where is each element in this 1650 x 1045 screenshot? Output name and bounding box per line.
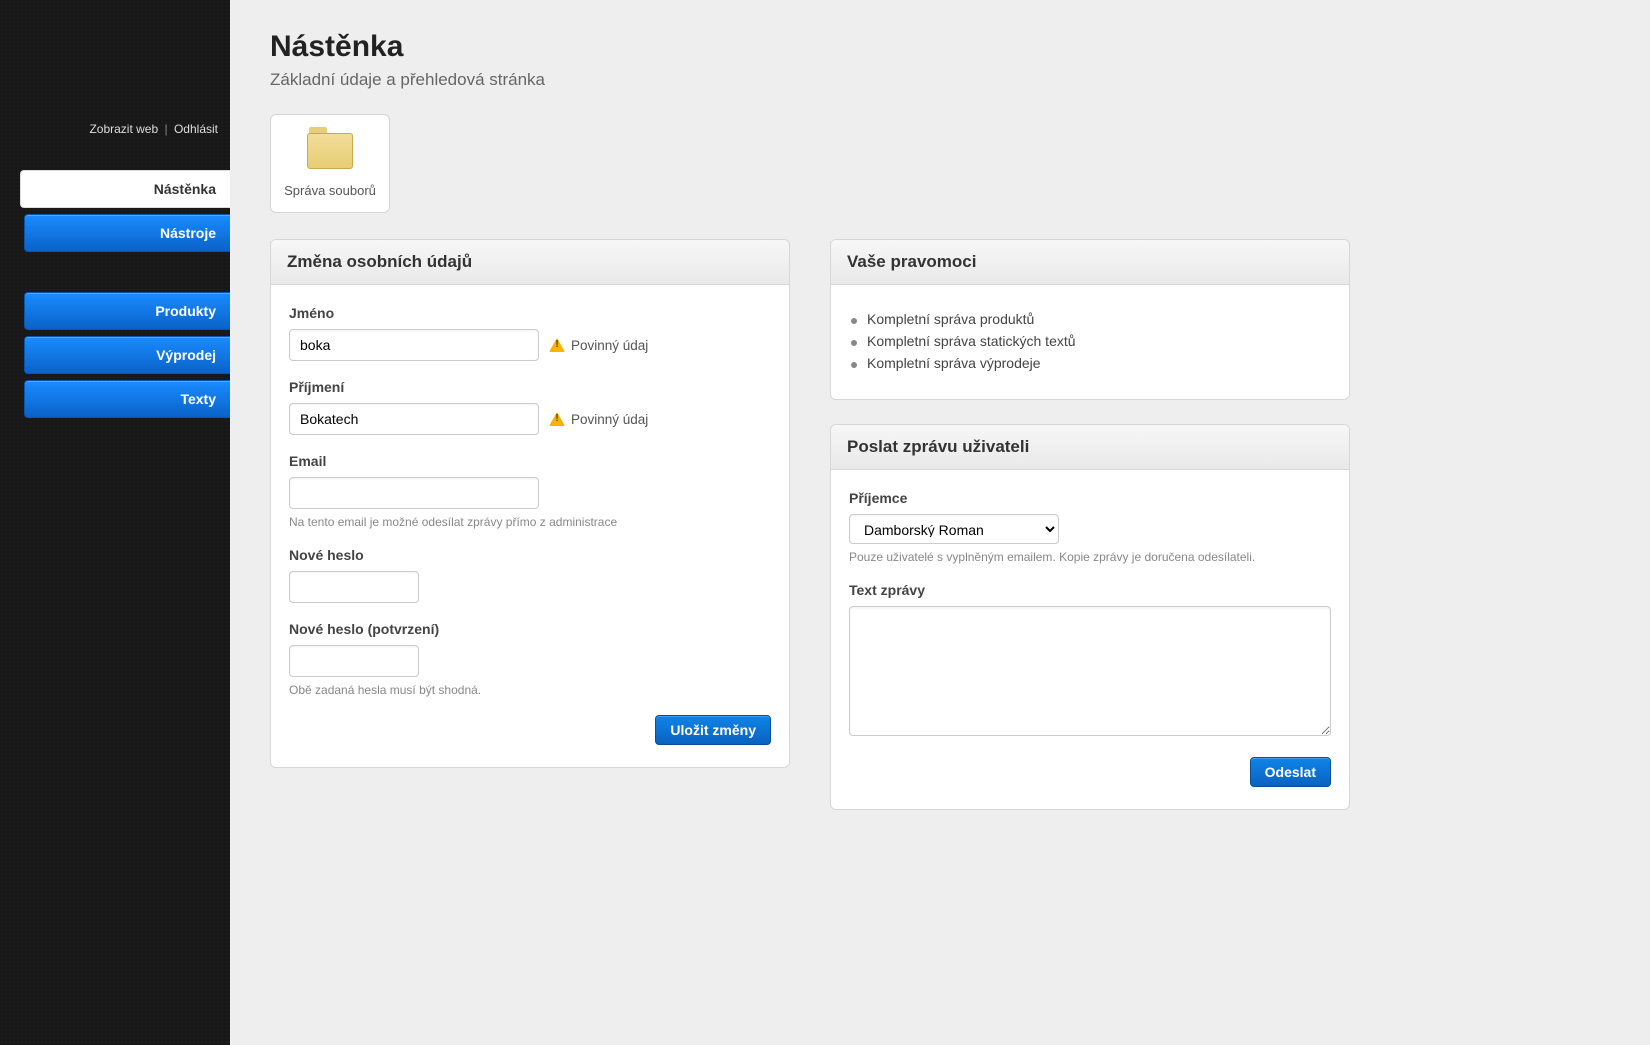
lastname-input[interactable] xyxy=(289,403,539,435)
message-body-label: Text zprávy xyxy=(849,582,1331,598)
email-label: Email xyxy=(289,453,771,469)
top-links: Zobrazit web | Odhlásit xyxy=(89,122,218,136)
nav-item-tools[interactable]: Nástroje xyxy=(24,214,230,252)
recipient-hint: Pouze uživatelé s vyplněným emailem. Kop… xyxy=(849,550,1331,564)
required-badge: Povinný údaj xyxy=(549,412,648,427)
nav-group-2: Produkty Výprodej Texty xyxy=(0,292,230,418)
email-input[interactable] xyxy=(289,477,539,509)
view-site-link[interactable]: Zobrazit web xyxy=(89,122,158,136)
permission-item: Kompletní správa statických textů xyxy=(849,333,1331,349)
newpass2-label: Nové heslo (potvrzení) xyxy=(289,621,771,637)
permission-item: Kompletní správa produktů xyxy=(849,311,1331,327)
message-body-input[interactable] xyxy=(849,606,1331,736)
email-hint: Na tento email je možné odesílat zprávy … xyxy=(289,515,771,529)
required-badge: Povinný údaj xyxy=(549,338,648,353)
panel-permissions: Vaše pravomoci Kompletní správa produktů… xyxy=(830,239,1350,400)
required-text: Povinný údaj xyxy=(571,412,648,427)
permissions-list: Kompletní správa produktů Kompletní sprá… xyxy=(849,311,1331,371)
page-subtitle: Základní údaje a přehledová stránka xyxy=(270,70,1610,90)
newpass-input[interactable] xyxy=(289,571,419,603)
nav-group-1: Nástěnka Nástroje xyxy=(0,170,230,252)
firstname-input[interactable] xyxy=(289,329,539,361)
panel-personal-data: Změna osobních údajů Jméno Povinný údaj xyxy=(270,239,790,768)
warning-icon xyxy=(549,412,565,426)
nav-item-dashboard[interactable]: Nástěnka xyxy=(20,170,230,208)
panel-personal-header: Změna osobních údajů xyxy=(271,240,789,285)
send-button[interactable]: Odeslat xyxy=(1250,757,1331,787)
nav-item-products[interactable]: Produkty xyxy=(24,292,230,330)
page-title: Nástěnka xyxy=(270,30,1610,64)
pass-hint: Obě zadaná hesla musí být shodná. xyxy=(289,683,771,697)
sidebar: Zobrazit web | Odhlásit Nástěnka Nástroj… xyxy=(0,0,230,1045)
tile-label: Správa souborů xyxy=(279,183,381,198)
newpass2-input[interactable] xyxy=(289,645,419,677)
main-content: Nástěnka Základní údaje a přehledová str… xyxy=(230,0,1650,1045)
recipient-label: Příjemce xyxy=(849,490,1331,506)
main-nav: Nástěnka Nástroje Produkty Výprodej Text… xyxy=(0,170,230,418)
lastname-label: Příjmení xyxy=(289,379,771,395)
newpass-label: Nové heslo xyxy=(289,547,771,563)
folder-icon xyxy=(307,133,353,169)
firstname-label: Jméno xyxy=(289,305,771,321)
panel-send-message: Poslat zprávu uživateli Příjemce Dambors… xyxy=(830,424,1350,810)
required-text: Povinný údaj xyxy=(571,338,648,353)
recipient-select[interactable]: Damborský Roman xyxy=(849,514,1059,544)
permission-item: Kompletní správa výprodeje xyxy=(849,355,1331,371)
warning-icon xyxy=(549,338,565,352)
tile-file-manager[interactable]: Správa souborů xyxy=(270,114,390,213)
nav-item-sale[interactable]: Výprodej xyxy=(24,336,230,374)
nav-item-texts[interactable]: Texty xyxy=(24,380,230,418)
panel-send-message-header: Poslat zprávu uživateli xyxy=(831,425,1349,470)
panel-permissions-header: Vaše pravomoci xyxy=(831,240,1349,285)
separator: | xyxy=(165,122,168,136)
save-button[interactable]: Uložit změny xyxy=(655,715,771,745)
logout-link[interactable]: Odhlásit xyxy=(174,122,218,136)
